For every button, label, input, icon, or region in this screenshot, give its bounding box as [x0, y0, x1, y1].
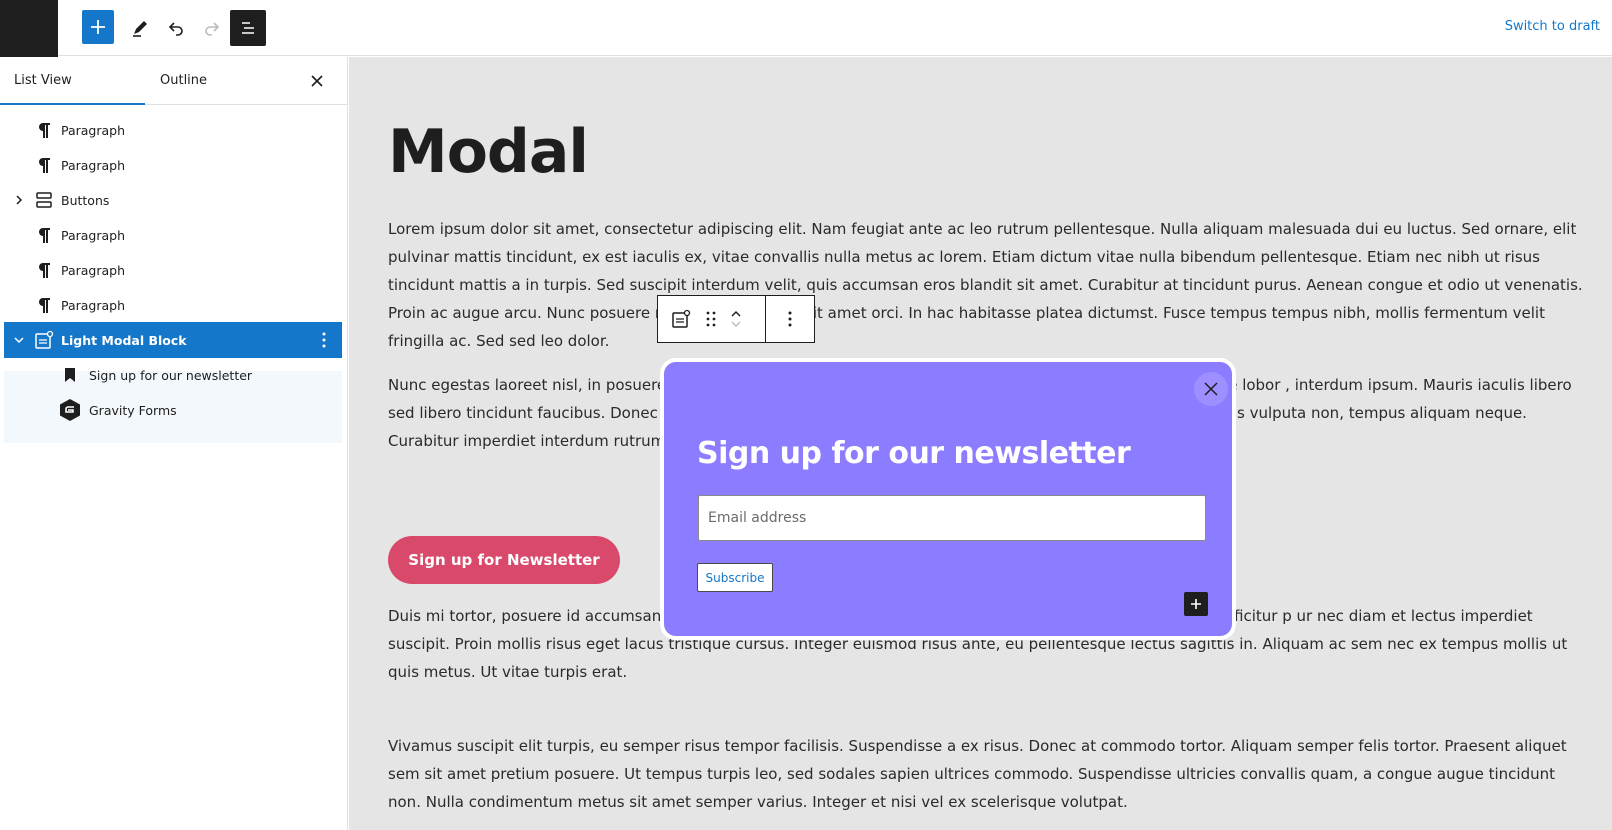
list-item-paragraph[interactable]: Paragraph — [4, 287, 342, 323]
document-overview-button[interactable] — [230, 10, 266, 46]
modal-block-icon — [32, 328, 56, 352]
redo-button[interactable] — [194, 10, 230, 46]
paragraph-icon — [32, 118, 56, 142]
list-item-label: Paragraph — [61, 122, 126, 138]
undo-button[interactable] — [158, 10, 194, 46]
block-toolbar-main — [658, 296, 766, 342]
list-view-icon — [242, 22, 254, 34]
plus-icon — [1191, 599, 1201, 609]
modal-block-icon — [672, 309, 691, 328]
collapse-chevron-icon[interactable] — [12, 333, 26, 347]
editor-top-toolbar: Switch to draft — [0, 0, 1612, 57]
move-down-icon[interactable] — [730, 319, 742, 329]
list-item-label: Paragraph — [61, 227, 126, 243]
more-vertical-icon — [788, 311, 792, 327]
plus-icon — [91, 20, 105, 34]
list-item-paragraph[interactable]: Paragraph — [4, 147, 342, 183]
gravity-forms-icon — [58, 398, 82, 422]
switch-to-draft-link[interactable]: Switch to draft — [1505, 19, 1600, 34]
undo-icon — [168, 22, 183, 36]
modal-heading[interactable]: Sign up for our newsletter — [697, 436, 1131, 471]
newsletter-button[interactable]: Sign up for Newsletter — [388, 536, 620, 584]
list-item-label: Gravity Forms — [89, 402, 177, 418]
list-item-label: Light Modal Block — [61, 332, 187, 348]
list-item-paragraph[interactable]: Paragraph — [4, 112, 342, 148]
tab-list-view[interactable]: List View — [14, 57, 72, 105]
close-icon — [311, 75, 323, 87]
paragraph-block[interactable]: Lorem ipsum dolor sit amet, consectetur … — [388, 215, 1588, 355]
list-item-buttons[interactable]: Buttons — [4, 182, 342, 218]
editor-canvas[interactable]: Modal Lorem ipsum dolor sit amet, consec… — [349, 57, 1612, 830]
bookmark-icon — [58, 363, 82, 387]
list-item-label: Paragraph — [61, 157, 126, 173]
list-item-paragraph[interactable]: Paragraph — [4, 217, 342, 253]
paragraph-icon — [32, 153, 56, 177]
paragraph-icon — [32, 223, 56, 247]
list-item-paragraph[interactable]: Paragraph — [4, 252, 342, 288]
tools-button[interactable] — [122, 10, 158, 46]
active-tab-indicator — [0, 103, 145, 105]
paragraph-block[interactable]: Vivamus suscipit elit turpis, eu semper … — [388, 732, 1588, 816]
move-up-icon[interactable] — [730, 309, 742, 319]
drag-handle[interactable] — [696, 304, 726, 334]
close-icon — [1204, 382, 1218, 396]
subscribe-button[interactable]: Subscribe — [697, 563, 773, 592]
email-field[interactable]: Email address — [698, 495, 1206, 541]
modal-close-button[interactable] — [1194, 372, 1228, 406]
tab-outline[interactable]: Outline — [160, 57, 207, 105]
move-buttons — [726, 299, 746, 339]
block-type-button[interactable] — [666, 304, 696, 334]
close-sidebar-button[interactable] — [307, 71, 327, 91]
page-title[interactable]: Modal — [388, 117, 589, 187]
redo-icon — [205, 22, 220, 36]
block-options-button[interactable] — [766, 296, 814, 342]
list-item-gravity-forms[interactable]: Gravity Forms — [4, 392, 342, 428]
buttons-icon — [32, 188, 56, 212]
list-item-heading[interactable]: Sign up for our newsletter — [4, 357, 342, 393]
drag-handle-icon — [706, 311, 716, 327]
sidebar-tabs: List View Outline — [0, 57, 347, 105]
pencil-icon — [133, 21, 147, 37]
block-options-icon[interactable] — [316, 330, 332, 350]
list-item-light-modal-block[interactable]: Light Modal Block — [4, 322, 342, 358]
list-item-label: Buttons — [61, 192, 110, 208]
list-item-label: Paragraph — [61, 297, 126, 313]
list-item-label: Sign up for our newsletter — [89, 367, 253, 383]
site-logo-button[interactable] — [0, 0, 58, 57]
light-modal[interactable]: Sign up for our newsletter Email address… — [660, 358, 1236, 640]
add-block-button[interactable] — [82, 10, 114, 44]
paragraph-icon — [32, 258, 56, 282]
expand-chevron-icon[interactable] — [12, 193, 26, 207]
block-toolbar — [657, 295, 815, 343]
paragraph-icon — [32, 293, 56, 317]
list-item-label: Paragraph — [61, 262, 126, 278]
add-block-inline-button[interactable] — [1184, 592, 1208, 616]
